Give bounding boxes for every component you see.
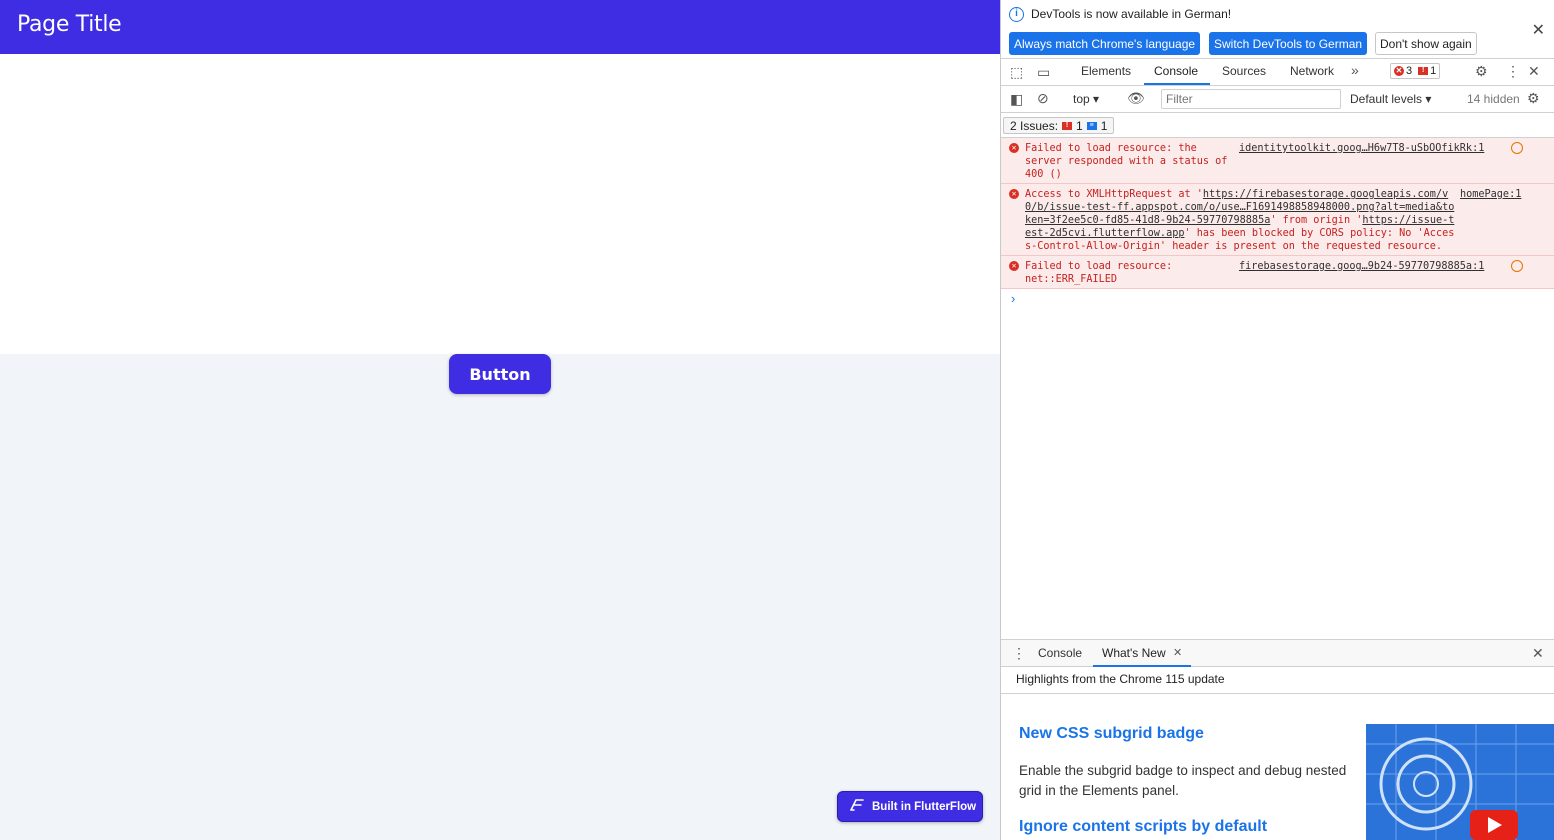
console-prompt-icon[interactable]: ›: [1011, 291, 1015, 306]
network-request-icon[interactable]: [1511, 142, 1523, 154]
video-thumbnail[interactable]: [1366, 724, 1554, 840]
inspect-element-icon[interactable]: ⬚: [1010, 64, 1023, 81]
console-error-message: ✕ Failed to load resource: the server re…: [1001, 138, 1554, 184]
filter-input[interactable]: [1161, 89, 1341, 109]
feature-title[interactable]: Ignore content scripts by default: [1019, 818, 1267, 836]
clear-console-icon[interactable]: ⊘: [1037, 90, 1049, 107]
close-icon[interactable]: ✕: [1532, 20, 1545, 40]
device-toolbar-icon[interactable]: ▭: [1037, 64, 1050, 81]
sidebar-toggle-icon[interactable]: ◧: [1010, 91, 1023, 108]
console-error-message: ✕ Access to XMLHttpRequest at 'https://f…: [1001, 184, 1554, 256]
more-tabs-icon[interactable]: »: [1351, 62, 1359, 78]
drawer-tab-console[interactable]: Console: [1038, 646, 1082, 660]
context-selector[interactable]: top ▾: [1073, 92, 1099, 106]
error-icon: ✕: [1009, 143, 1019, 153]
gear-icon[interactable]: ⚙: [1475, 63, 1488, 80]
network-request-icon[interactable]: [1511, 260, 1523, 272]
tab-console[interactable]: Console: [1154, 64, 1198, 78]
issue-count: 1: [1430, 65, 1437, 77]
badge-label: Built in FlutterFlow: [872, 800, 977, 813]
close-tab-icon[interactable]: ✕: [1173, 646, 1182, 659]
feature-title[interactable]: New CSS subgrid badge: [1019, 725, 1204, 743]
primary-button[interactable]: Button: [449, 354, 551, 394]
context-label: top: [1073, 92, 1090, 106]
info-icon: i: [1009, 7, 1024, 22]
app-viewport: Page Title Button Built in FlutterFlow: [0, 0, 1000, 840]
match-language-button[interactable]: Always match Chrome's language: [1009, 32, 1201, 55]
close-devtools-icon[interactable]: ✕: [1528, 63, 1540, 80]
issue-error-icon: !: [1062, 121, 1073, 130]
issue-flag-icon: !: [1418, 67, 1429, 75]
close-drawer-icon[interactable]: ✕: [1532, 645, 1544, 662]
issue-info-count: 1: [1100, 118, 1108, 133]
tab-elements[interactable]: Elements: [1081, 64, 1131, 78]
message-text-prefix: Access to XMLHttpRequest at ': [1025, 189, 1203, 200]
active-tab-indicator: [1144, 83, 1210, 85]
message-text: Failed to load resource: the server resp…: [1025, 143, 1234, 180]
tab-network[interactable]: Network: [1290, 64, 1334, 78]
switch-to-german-button[interactable]: Switch DevTools to German: [1209, 32, 1368, 55]
app-header: Page Title: [0, 0, 1000, 54]
console-messages: ✕ Failed to load resource: the server re…: [1001, 138, 1554, 289]
content-panel: [0, 54, 1000, 354]
error-icon: ✕: [1009, 261, 1019, 271]
page-title: Page Title: [17, 12, 122, 37]
language-infobar: i DevTools is now available in German! ✕…: [1001, 0, 1554, 59]
drawer-tab-whats-new[interactable]: What's New: [1102, 646, 1166, 660]
issues-chip[interactable]: 2 Issues: ! 1 ≡ 1: [1003, 117, 1115, 134]
error-count: 3: [1406, 65, 1413, 77]
dont-show-again-button[interactable]: Don't show again: [1375, 32, 1477, 55]
error-icon: ✕: [1394, 66, 1404, 76]
drawer-tabbar: ⋮ Console What's New ✕ ✕: [1001, 639, 1554, 667]
message-text: Failed to load resource: net::ERR_FAILED: [1025, 261, 1179, 285]
message-source-link[interactable]: firebasestorage.goog…9b24-59770798885a:1: [1239, 260, 1484, 273]
console-error-message: ✕ Failed to load resource: net::ERR_FAIL…: [1001, 256, 1554, 289]
issue-info-icon: ≡: [1086, 121, 1097, 130]
hidden-count: 14 hidden: [1467, 92, 1520, 106]
feature-description: Enable the subgrid badge to inspect and …: [1019, 763, 1347, 798]
eye-icon[interactable]: 👁: [1127, 90, 1145, 107]
issues-label: 2 Issues:: [1010, 118, 1059, 133]
log-levels-dropdown[interactable]: Default levels ▾: [1350, 92, 1431, 106]
error-count-badge[interactable]: ✕ 3 ! 1: [1390, 63, 1441, 79]
whats-new-content: New CSS subgrid badge Enable the subgrid…: [1001, 694, 1554, 840]
drawer-menu-icon[interactable]: ⋮: [1012, 645, 1026, 662]
message-source-link[interactable]: homePage:1: [1460, 188, 1521, 201]
issues-bar: 2 Issues: ! 1 ≡ 1: [1001, 113, 1554, 138]
devtools-panel: i DevTools is now available in German! ✕…: [1000, 0, 1554, 840]
console-toolbar: ◧ ⊘ top ▾ 👁 Default levels ▾ 14 hidden ⚙: [1001, 86, 1554, 113]
whats-new-subheader: Highlights from the Chrome 115 update: [1001, 667, 1554, 694]
message-text-mid: ' from origin ': [1270, 215, 1363, 226]
console-settings-icon[interactable]: ⚙: [1527, 90, 1540, 107]
log-levels-label: Default levels: [1350, 92, 1423, 106]
error-icon: ✕: [1009, 189, 1019, 199]
kebab-menu-icon[interactable]: ⋮: [1506, 63, 1520, 80]
message-text: Access to XMLHttpRequest at 'https://fir…: [1025, 188, 1455, 253]
flutterflow-logo-icon: [848, 797, 866, 816]
built-in-flutterflow-badge[interactable]: Built in FlutterFlow: [837, 791, 983, 822]
infobar-message: DevTools is now available in German!: [1031, 7, 1232, 21]
devtools-tabbar: ⬚ ▭ Elements Console Sources Network » ✕…: [1001, 59, 1554, 86]
message-source-link[interactable]: identitytoolkit.goog…H6w7T8-uSbOOfikRk:1: [1239, 142, 1484, 155]
issue-error-count: 1: [1076, 118, 1083, 133]
tab-sources[interactable]: Sources: [1222, 64, 1266, 78]
